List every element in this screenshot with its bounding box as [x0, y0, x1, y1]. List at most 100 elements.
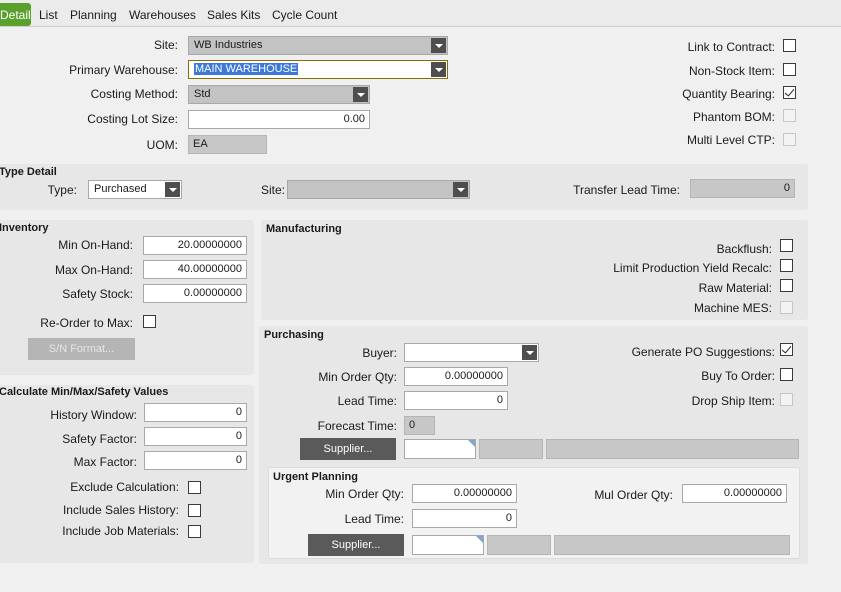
safety-stock-label: Safety Stock:: [62, 287, 133, 301]
include-sales-history-label: Include Sales History:: [62, 503, 179, 517]
lead-time-label: Lead Time:: [337, 394, 397, 408]
type-select[interactable]: Purchased: [88, 180, 182, 199]
raw-material-label: Raw Material:: [698, 281, 772, 295]
max-on-hand-input[interactable]: 40.00000000: [143, 260, 247, 279]
raw-material-checkbox[interactable]: [780, 279, 793, 292]
tab-sales-kits[interactable]: Sales Kits: [207, 8, 260, 22]
buyer-label: Buyer:: [362, 346, 397, 360]
dropdown-corner-icon: [476, 536, 483, 543]
supplier-name-field: [546, 439, 799, 459]
min-on-hand-input[interactable]: 20.00000000: [143, 236, 247, 255]
tab-warehouses[interactable]: Warehouses: [129, 8, 196, 22]
supplier-id-input[interactable]: [404, 439, 476, 459]
forecast-time-field: 0: [404, 416, 435, 435]
costing-method-select[interactable]: Std: [188, 85, 370, 104]
type-value: Purchased: [94, 183, 147, 195]
mul-order-qty-input[interactable]: 0.00000000: [682, 484, 787, 503]
reorder-to-max-label: Re-Order to Max:: [40, 316, 133, 330]
costing-lot-size-input[interactable]: 0.00: [188, 110, 370, 129]
safety-factor-input[interactable]: 0: [144, 427, 247, 446]
supplier-field-2: [479, 439, 543, 459]
safety-factor-label: Safety Factor:: [62, 432, 137, 446]
primary-warehouse-value: MAIN WAREHOUSE: [194, 63, 299, 75]
quantity-bearing-checkbox[interactable]: [783, 86, 796, 99]
min-order-qty-input[interactable]: 0.00000000: [404, 367, 508, 386]
primary-warehouse-select[interactable]: MAIN WAREHOUSE: [188, 60, 448, 79]
costing-method-label: Costing Method:: [90, 87, 178, 101]
mul-order-qty-label: Mul Order Qty:: [594, 488, 673, 502]
drop-ship-label: Drop Ship Item:: [691, 394, 775, 408]
include-job-materials-label: Include Job Materials:: [62, 524, 179, 538]
history-window-label: History Window:: [50, 408, 137, 422]
urgent-lead-time-label: Lead Time:: [344, 512, 404, 526]
sn-format-button: S/N Format...: [28, 338, 135, 360]
inventory-title: Inventory: [0, 222, 49, 234]
min-on-hand-label: Min On-Hand:: [58, 238, 133, 252]
calculate-title: Calculate Min/Max/Safety Values: [0, 386, 169, 398]
reorder-to-max-checkbox[interactable]: [143, 315, 156, 328]
type-detail-title: Type Detail: [0, 166, 57, 178]
chevron-down-icon[interactable]: [431, 62, 446, 77]
urgent-min-order-label: Min Order Qty:: [325, 487, 404, 501]
backflush-label: Backflush:: [716, 242, 772, 256]
min-order-qty-label: Min Order Qty:: [318, 370, 397, 384]
drop-ship-checkbox: [780, 393, 793, 406]
exclude-calculation-checkbox[interactable]: [188, 481, 201, 494]
chevron-down-icon[interactable]: [165, 182, 180, 197]
tab-planning[interactable]: Planning: [70, 8, 117, 22]
buy-to-order-checkbox[interactable]: [780, 368, 793, 381]
forecast-time-label: Forecast Time:: [317, 419, 397, 433]
type-label: Type:: [47, 183, 77, 197]
type-detail-site-label: Site:: [261, 183, 286, 197]
chevron-down-icon[interactable]: [431, 38, 446, 53]
include-job-materials-checkbox[interactable]: [188, 525, 201, 538]
chevron-down-icon[interactable]: [522, 345, 537, 360]
urgent-min-order-input[interactable]: 0.00000000: [412, 484, 517, 503]
site-value: WB Industries: [194, 39, 263, 51]
manufacturing-title: Manufacturing: [266, 223, 342, 235]
type-detail-site-select[interactable]: [287, 180, 470, 199]
urgent-supplier-id-input[interactable]: [412, 535, 484, 555]
phantom-bom-label: Phantom BOM:: [692, 110, 775, 124]
chevron-down-icon[interactable]: [353, 87, 368, 102]
quantity-bearing-label: Quantity Bearing:: [682, 87, 775, 101]
uom-field: EA: [188, 135, 267, 154]
tab-detail[interactable]: Detail: [0, 3, 31, 26]
phantom-bom-checkbox: [783, 109, 796, 122]
backflush-checkbox[interactable]: [780, 239, 793, 252]
supplier-button[interactable]: Supplier...: [300, 438, 396, 460]
limit-yield-label: Limit Production Yield Recalc:: [613, 261, 772, 275]
max-factor-label: Max Factor:: [73, 455, 137, 469]
non-stock-label: Non-Stock Item:: [688, 64, 775, 78]
urgent-lead-time-input[interactable]: 0: [412, 509, 517, 528]
limit-yield-checkbox[interactable]: [780, 259, 793, 272]
costing-lot-size-label: Costing Lot Size:: [87, 112, 178, 126]
urgent-supplier-field-2: [487, 535, 551, 555]
generate-po-checkbox[interactable]: [780, 343, 793, 356]
site-select[interactable]: WB Industries: [188, 36, 448, 55]
tab-cycle-count[interactable]: Cycle Count: [272, 8, 337, 22]
machine-mes-label: Machine MES:: [693, 301, 772, 315]
link-contract-checkbox[interactable]: [783, 39, 796, 52]
link-contract-label: Link to Contract:: [687, 40, 775, 54]
safety-stock-input[interactable]: 0.00000000: [143, 284, 247, 303]
dropdown-corner-icon: [468, 440, 475, 447]
multi-level-ctp-checkbox: [783, 133, 796, 146]
primary-warehouse-label: Primary Warehouse:: [69, 63, 178, 77]
transfer-lead-time-field: 0: [690, 179, 795, 198]
tab-bar: Detail List Planning Warehouses Sales Ki…: [0, 0, 841, 27]
multi-level-ctp-label: Multi Level CTP:: [686, 133, 775, 147]
history-window-input[interactable]: 0: [144, 403, 247, 422]
buyer-select[interactable]: [404, 343, 539, 362]
non-stock-checkbox[interactable]: [783, 63, 796, 76]
chevron-down-icon[interactable]: [453, 182, 468, 197]
urgent-planning-title: Urgent Planning: [273, 471, 358, 483]
lead-time-input[interactable]: 0: [404, 391, 508, 410]
include-sales-history-checkbox[interactable]: [188, 504, 201, 517]
tab-list[interactable]: List: [39, 8, 58, 22]
max-factor-input[interactable]: 0: [144, 451, 247, 470]
site-label: Site:: [153, 38, 178, 52]
generate-po-label: Generate PO Suggestions:: [631, 345, 775, 359]
max-on-hand-label: Max On-Hand:: [54, 263, 133, 277]
urgent-supplier-button[interactable]: Supplier...: [308, 534, 404, 556]
